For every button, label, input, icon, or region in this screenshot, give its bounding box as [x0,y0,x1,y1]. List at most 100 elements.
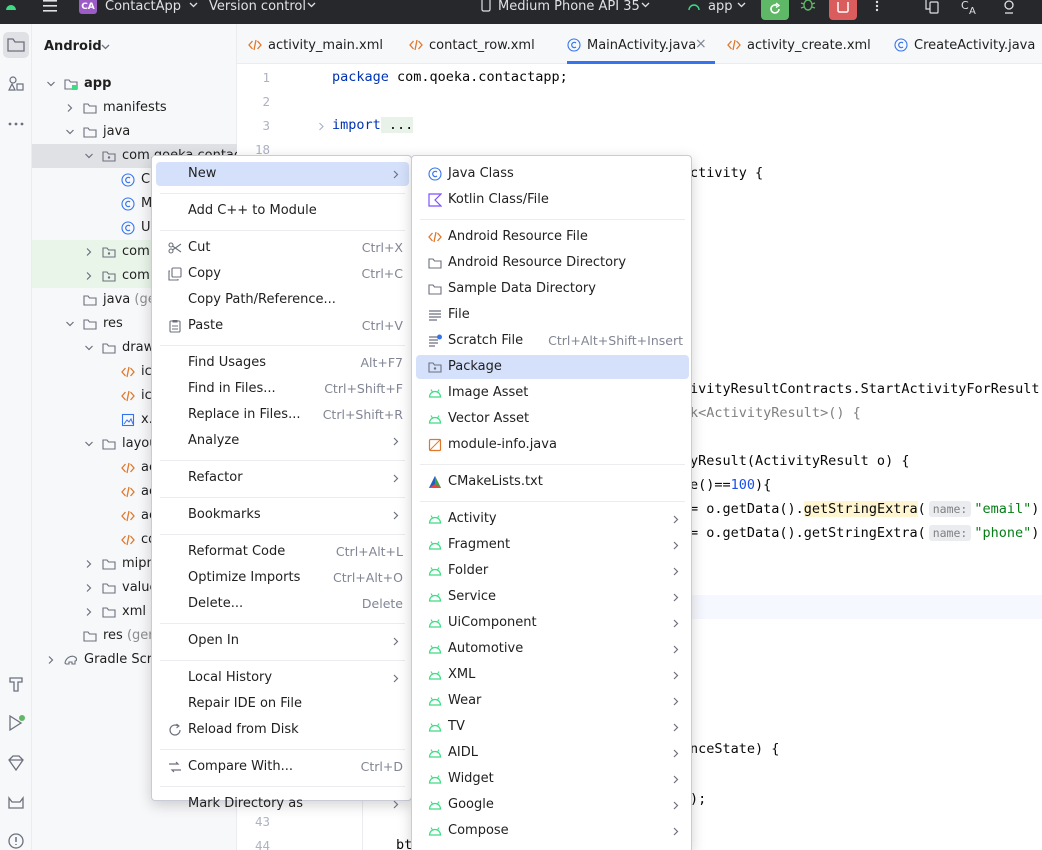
menu-item[interactable]: Optimize Imports Ctrl+Alt+O [156,566,409,590]
menu-item[interactable]: Sample Data Directory [416,277,689,301]
menu-item[interactable]: Scratch File Ctrl+Alt+Shift+Insert [416,329,689,353]
project-tool-button[interactable] [3,32,29,58]
menu-item[interactable]: TV [416,715,689,739]
device-selector[interactable]: Medium Phone API 35 [498,0,640,14]
tree-item[interactable]: java [32,120,237,144]
menu-item[interactable]: Package [416,355,689,379]
menu-item-label: Sample Data Directory [448,281,596,296]
menu-item[interactable]: Android Resource File [416,225,689,249]
menu-item-label: AIDL [448,745,478,760]
menu-item[interactable]: Open In [156,629,409,653]
project-view-selector[interactable]: Android [44,39,102,54]
run-tool-button[interactable] [3,710,29,736]
chevron-down-icon[interactable] [66,128,74,136]
menu-item[interactable]: Delete... Delete [156,592,409,616]
menu-item[interactable]: Service [416,585,689,609]
menu-item[interactable]: Reload from Disk [156,718,409,742]
hammer-icon [9,677,23,692]
code-fragment: yResult(ActivityResult o) { [690,453,910,469]
run-config-selector[interactable]: app [708,0,732,14]
menu-item[interactable]: Activity [416,507,689,531]
chevron-right-icon[interactable] [85,248,93,256]
tree-item[interactable]: manifests [32,96,237,120]
gemini-tool-button[interactable] [3,750,29,776]
menu-item[interactable]: Cut Ctrl+X [156,236,409,260]
menu-item[interactable]: File [416,303,689,327]
menu-item[interactable]: Mark Directory as [156,792,409,816]
menu-item[interactable]: Other [416,845,689,850]
menu-item[interactable]: Replace in Files... Ctrl+Shift+R [156,403,409,427]
menu-item[interactable]: Find in Files... Ctrl+Shift+F [156,377,409,401]
menu-item[interactable]: Image Asset [416,381,689,405]
menu-item[interactable]: Google [416,793,689,817]
tool-window-strip [0,24,32,850]
menu-item[interactable]: Analyze [156,429,409,453]
menu-item[interactable]: Reformat Code Ctrl+Alt+L [156,540,409,564]
fold-expand-icon[interactable] [318,122,325,131]
menu-item[interactable]: Automotive [416,637,689,661]
menu-item[interactable]: CMakeLists.txt [416,470,689,494]
menu-item[interactable]: Fragment [416,533,689,557]
settings-icon[interactable] [1001,0,1017,14]
more-tools-button[interactable] [3,111,29,137]
chevron-down-icon[interactable] [47,80,55,88]
menu-item[interactable]: New [156,162,409,186]
menu-item[interactable]: UiComponent [416,611,689,635]
menu-item[interactable]: Widget [416,767,689,791]
menu-item[interactable]: Compose [416,819,689,843]
main-menu-icon[interactable] [42,0,58,12]
logcat-tool-button[interactable] [3,790,29,816]
editor-tab[interactable]: activity_create.xml [727,24,877,64]
editor-tab[interactable]: activity_main.xml [248,24,398,64]
menu-item[interactable]: Android Resource Directory [416,251,689,275]
menu-item[interactable]: XML [416,663,689,687]
menu-item[interactable]: Refactor [156,466,409,490]
translate-icon[interactable]: CA [961,0,979,14]
menu-item[interactable]: module-info.java [416,433,689,457]
menu-item-label: Compare With... [188,759,294,774]
apply-changes-button[interactable] [761,0,789,20]
menu-item[interactable]: Java Class [416,162,689,186]
menu-item[interactable]: AIDL [416,741,689,765]
project-name[interactable]: ContactApp [105,0,181,14]
device-manager-icon[interactable] [924,0,940,14]
close-tab-icon[interactable]: × [695,22,707,66]
chevron-right-icon[interactable] [85,608,93,616]
refresh-icon [770,2,781,14]
menu-item-label: CMakeLists.txt [448,474,543,489]
menu-item[interactable]: Bookmarks [156,503,409,527]
more-actions-icon[interactable] [874,0,880,13]
vcs-widget[interactable]: Version control [209,0,306,14]
menu-item[interactable]: Paste Ctrl+V [156,314,409,338]
chevron-right-icon[interactable] [47,656,55,664]
tree-item[interactable]: app [32,72,237,96]
menu-item[interactable]: Wear [416,689,689,713]
chevron-down-icon[interactable] [85,440,93,448]
menu-item[interactable]: Kotlin Class/File [416,188,689,212]
resource-manager-button[interactable] [3,71,29,97]
editor-tab[interactable]: MainActivity.java × [567,24,715,64]
menu-item[interactable]: Copy Path/Reference... [156,288,409,312]
problems-tool-button[interactable] [3,828,29,850]
chevron-down-icon[interactable] [85,344,93,352]
editor-tab[interactable]: CreateActivity.java [894,24,1042,64]
chevron-right-icon[interactable] [85,560,93,568]
menu-item[interactable]: Add C++ to Module [156,199,409,223]
menu-item[interactable]: Folder [416,559,689,583]
menu-item[interactable]: Vector Asset [416,407,689,431]
folded-imports[interactable]: ... [380,117,414,133]
chevron-right-icon[interactable] [85,584,93,592]
chevron-right-icon[interactable] [66,104,74,112]
stop-button[interactable] [829,0,857,20]
menu-item[interactable]: Local History [156,666,409,690]
build-tool-button[interactable] [3,671,29,697]
chevron-right-icon[interactable] [85,272,93,280]
menu-item[interactable]: Compare With... Ctrl+D [156,755,409,779]
debug-icon[interactable] [800,0,816,12]
chevron-down-icon[interactable] [85,152,93,160]
chevron-down-icon[interactable] [66,320,74,328]
editor-tab[interactable]: contact_row.xml [409,24,559,64]
menu-item[interactable]: Find Usages Alt+F7 [156,351,409,375]
menu-item[interactable]: Repair IDE on File [156,692,409,716]
menu-item[interactable]: Copy Ctrl+C [156,262,409,286]
